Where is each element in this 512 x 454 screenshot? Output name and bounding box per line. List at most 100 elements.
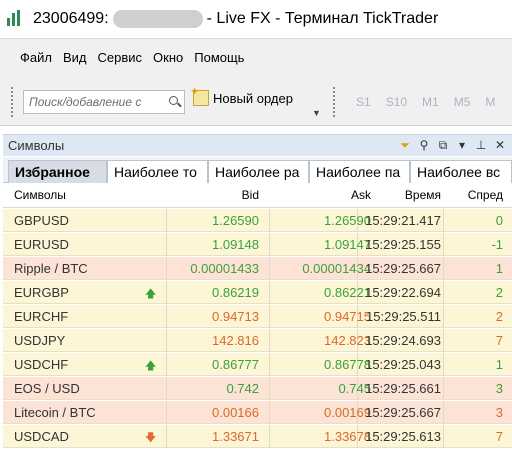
column-divider — [166, 305, 167, 327]
menu-window[interactable]: Окно — [153, 50, 183, 65]
search-settings-icon[interactable]: ⚲ — [416, 137, 432, 153]
column-divider — [443, 353, 444, 375]
symbol-search-input[interactable]: Поиск/добавление с — [23, 90, 185, 114]
time-cell: 15:29:21.417 — [365, 213, 441, 228]
time-cell: 15:29:25.667 — [365, 405, 441, 420]
time-cell: 15:29:25.667 — [365, 261, 441, 276]
tab-most-falling[interactable]: Наиболее па — [309, 160, 410, 183]
trend-up-icon: 🡅 — [145, 288, 157, 300]
col-symbol-header[interactable]: Символы — [14, 188, 66, 202]
column-divider — [166, 353, 167, 375]
symbol-cell: Ripple / BTC — [14, 261, 88, 276]
search-icon[interactable] — [169, 96, 178, 105]
spread-cell: 7 — [495, 429, 503, 444]
symbol-cell: USDCAD — [14, 429, 69, 444]
menu-service[interactable]: Сервис — [98, 50, 143, 65]
float-window-icon[interactable]: ⧉ — [435, 137, 451, 153]
tab-most-growing[interactable]: Наиболее ра — [208, 160, 309, 183]
spread-cell: 2 — [495, 285, 503, 300]
col-time-header[interactable]: Время — [405, 188, 441, 202]
menu-bar: Файл Вид Сервис Окно Помощь — [0, 38, 512, 76]
bid-cell: 0.94713 — [212, 309, 259, 324]
table-row[interactable]: Litecoin / BTC 0.00166 0.00169 15:29:25.667… — [3, 401, 512, 424]
tab-label: Избранное — [15, 164, 90, 180]
column-divider — [443, 257, 444, 279]
toolbar-overflow-icon[interactable]: ▼ — [312, 108, 321, 118]
symbol-cell: Litecoin / BTC — [14, 405, 96, 420]
ask-cell: 0.94715 — [324, 309, 371, 324]
column-divider — [443, 425, 444, 447]
column-divider — [166, 425, 167, 447]
redacted-account-name — [112, 10, 203, 28]
symbols-grid: Символы Bid Ask Время Спред GBPUSD 1.2659… — [3, 183, 512, 448]
table-row[interactable]: Ripple / BTC 0.00001433 0.00001434 15:29:25… — [3, 257, 512, 280]
spread-cell: -1 — [491, 237, 503, 252]
dropdown-icon[interactable]: ▾ — [454, 137, 470, 153]
tab-favorites[interactable]: Избранное — [8, 160, 107, 183]
close-icon[interactable]: ✕ — [492, 137, 508, 153]
spread-cell: 1 — [495, 357, 503, 372]
column-divider — [443, 377, 444, 399]
toolbar: Поиск/добавление с Новый ордер ▼ S1 S10 … — [0, 76, 512, 126]
table-row[interactable]: USDCAD 1.33671 1.33678 15:29:25.613 7 🡇 — [3, 425, 512, 448]
ask-cell: 0.86778 — [324, 357, 371, 372]
timeframe-s10[interactable]: S10 — [386, 95, 407, 109]
column-divider — [269, 329, 270, 351]
column-divider — [269, 401, 270, 423]
column-divider — [443, 329, 444, 351]
pin-icon[interactable]: ⊥ — [473, 137, 489, 153]
time-cell: 15:29:25.511 — [366, 309, 441, 324]
column-divider — [269, 353, 270, 375]
bid-cell: 0.86777 — [212, 357, 259, 372]
bid-cell: 0.742 — [226, 381, 259, 396]
title-bar: 23006499: - Live FX - Терминал TickTrade… — [0, 0, 512, 38]
symbol-tabs: Избранное Наиболее то Наиболее ра Наибол… — [3, 157, 512, 183]
time-cell: 15:29:22.694 — [365, 285, 441, 300]
tab-most-volatile[interactable]: Наиболее вс — [410, 160, 512, 183]
symbol-cell: GBPUSD — [14, 213, 69, 228]
tab-label: Наиболее па — [316, 164, 401, 180]
spread-cell: 1 — [495, 261, 503, 276]
table-row[interactable]: EURCHF 0.94713 0.94715 15:29:25.511 2 — [3, 305, 512, 328]
column-divider — [166, 377, 167, 399]
spread-cell: 2 — [495, 309, 503, 324]
timeframe-m1[interactable]: M1 — [422, 95, 439, 109]
menu-help[interactable]: Помощь — [194, 50, 244, 65]
ask-cell: 1.26590 — [324, 213, 371, 228]
new-order-button[interactable]: Новый ордер — [190, 85, 293, 106]
table-row[interactable]: EURUSD 1.09148 1.09147 15:29:25.155 -1 — [3, 233, 512, 256]
column-divider — [166, 281, 167, 303]
timeframe-s1[interactable]: S1 — [356, 95, 371, 109]
toolbar-grip[interactable] — [11, 87, 14, 117]
table-row[interactable]: EOS / USD 0.742 0.745 15:29:25.661 3 — [3, 377, 512, 400]
col-ask-header[interactable]: Ask — [351, 188, 371, 202]
symbol-cell: EURGBP — [14, 285, 69, 300]
tab-most-traded[interactable]: Наиболее то — [107, 160, 208, 183]
spread-cell: 0 — [495, 213, 503, 228]
table-row[interactable]: EURGBP 0.86219 0.86221 15:29:22.694 2 🡅 — [3, 281, 512, 304]
timeframe-m5[interactable]: M5 — [454, 95, 471, 109]
column-divider — [269, 425, 270, 447]
time-cell: 15:29:25.043 — [365, 357, 441, 372]
toolbar-grip-2[interactable] — [333, 87, 336, 117]
table-row[interactable]: GBPUSD 1.26590 1.26590 15:29:21.417 0 — [3, 209, 512, 232]
filter-icon[interactable]: ⏷ — [397, 137, 413, 153]
panel-controls: ⏷ ⚲ ⧉ ▾ ⊥ ✕ — [394, 137, 508, 153]
bid-cell: 142.816 — [212, 333, 259, 348]
menu-view[interactable]: Вид — [63, 50, 87, 65]
column-divider — [443, 209, 444, 231]
symbol-cell: EOS / USD — [14, 381, 80, 396]
col-spread-header[interactable]: Спред — [468, 188, 503, 202]
col-bid-header[interactable]: Bid — [242, 188, 259, 202]
timeframe-group: S1 S10 M1 M5 M — [356, 95, 510, 109]
table-row[interactable]: USDCHF 0.86777 0.86778 15:29:25.043 1 🡅 — [3, 353, 512, 376]
time-cell: 15:29:24.693 — [365, 333, 441, 348]
table-row[interactable]: USDJPY 142.816 142.823 15:29:24.693 7 — [3, 329, 512, 352]
column-divider — [166, 233, 167, 255]
timeframe-m[interactable]: M — [485, 95, 495, 109]
menu-file[interactable]: Файл — [20, 50, 52, 65]
spread-cell: 7 — [495, 333, 503, 348]
new-order-icon — [190, 85, 209, 106]
column-divider — [166, 209, 167, 231]
new-order-label: Новый ордер — [213, 90, 293, 106]
